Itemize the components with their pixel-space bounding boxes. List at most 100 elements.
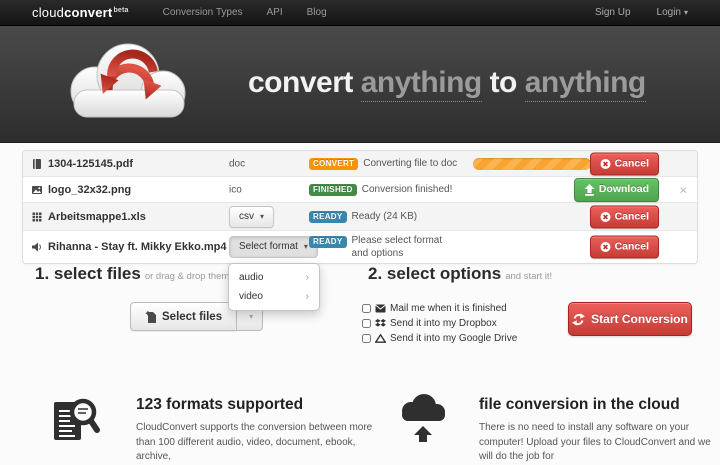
format-dropdown-cell: csv ▾ [229,205,275,228]
progress-cell [473,157,591,170]
format-dropdown-label: Select format [239,241,298,252]
top-navbar: cloudconvertbeta Conversion Types API Bl… [0,0,720,26]
feature-heading: 123 formats supported [136,396,304,413]
status-text: Converting file to doc [363,158,458,169]
download-label: Download [598,183,649,196]
cancel-label: Cancel [614,240,649,253]
option-mail[interactable]: Mail me when it is finished [362,303,517,314]
status-cell: READY Ready (24 KB) [309,210,418,223]
book-icon [33,158,41,169]
file-name-cell: Arbeitsmappe1.xls [31,211,146,223]
format-dropdown-label: csv [239,210,254,222]
add-file-icon [145,311,156,323]
feature-heading: file conversion in the cloud [479,396,680,413]
hero-title: convert anything to anything [248,66,646,102]
feature-text: CloudConvert supports the conversion bet… [136,422,373,462]
target-format: doc [229,158,246,169]
nav-links: Conversion Types API Blog [163,7,327,18]
status-badge: CONVERT [309,157,359,170]
feature-formats: 123 formats supported CloudConvert suppo… [50,388,372,465]
action-cell: Cancel [589,152,659,175]
option-label: Mail me when it is finished [390,303,507,314]
login-menu[interactable]: Login ▾ [657,7,688,18]
picture-icon [32,185,42,194]
select-files-title: 1. select files [35,264,141,283]
table-row: Arbeitsmappe1.xls csv ▾ READY Ready (24 … [23,203,697,231]
action-cell: Cancel [589,235,659,259]
cancel-button[interactable]: Cancel [589,235,659,259]
file-name: Rihanna - Stay ft. Mikky Ekko.mp4 [48,241,227,253]
option-label: Send it into my Google Drive [390,333,518,344]
caret-down-icon: ▾ [260,211,265,221]
select-format-dropdown[interactable]: Select format ▾ [229,236,318,258]
cancel-label: Cancel [614,157,649,170]
dropbox-checkbox[interactable] [362,319,371,328]
status-badge: READY [309,236,347,248]
cancel-button[interactable]: Cancel [589,152,659,175]
format-dropdown-menu: audio › video › [228,263,320,311]
table-row: 1304-125145.pdf doc CONVERT Converting f… [23,151,697,177]
nav-link-api[interactable]: API [267,7,283,18]
status-text: Conversion finished! [361,184,453,195]
action-cell: Cancel [589,205,659,228]
select-options-title: 2. select options [368,264,502,283]
option-dropbox[interactable]: Send it into my Dropbox [362,318,517,329]
table-icon [32,212,42,221]
status-cell: CONVERT Converting file to doc [309,157,458,170]
status-cell: FINISHED Conversion finished! [309,183,453,196]
caret-down-icon: ▾ [249,312,254,321]
progress-bar [473,157,591,170]
file-name: 1304-125145.pdf [48,157,133,170]
status-badge: FINISHED [309,183,357,196]
feature-body: 123 formats supported CloudConvert suppo… [136,396,372,465]
menu-item-label: audio [239,272,264,283]
menu-item-label: video [239,291,263,302]
caret-down-icon: ▾ [683,8,688,17]
cancel-label: Cancel [614,210,649,223]
hero-word-anything-2: anything [524,66,646,102]
remove-circle-icon [600,242,611,252]
target-format: ico [229,184,242,195]
start-conversion-label: Start Conversion [591,312,688,326]
menu-item-video[interactable]: video › [229,287,319,306]
close-icon[interactable]: × [679,182,687,197]
select-options-note: and start it! [505,271,553,282]
brand-logo[interactable]: cloudconvertbeta [32,5,129,20]
format-dropdown-csv[interactable]: csv ▾ [229,205,275,228]
start-conversion-button[interactable]: Start Conversion [568,302,692,336]
option-google-drive[interactable]: Send it into my Google Drive [362,333,517,344]
select-files-label: Select files [162,310,223,323]
dropbox-icon [375,319,386,327]
hero-word-anything-1: anything [360,66,482,102]
nav-link-conversion-types[interactable]: Conversion Types [163,7,243,18]
status-text: Please select format and options [351,235,443,259]
hero-banner: convert anything to anything [0,26,720,143]
file-name: logo_32x32.png [48,183,132,196]
speaker-icon [32,242,41,252]
signup-link[interactable]: Sign Up [595,7,631,18]
action-cell: Download [573,177,659,202]
brand-bold: convert [64,5,113,20]
google-drive-checkbox[interactable] [362,334,371,343]
select-files-button[interactable]: Select files [130,302,238,331]
nav-link-blog[interactable]: Blog [307,7,327,18]
mail-checkbox[interactable] [362,304,371,313]
document-search-icon [50,394,102,449]
nav-right: Sign Up Login ▾ [595,7,688,18]
download-arrow-icon [584,183,595,196]
table-row: logo_32x32.png ico FINISHED Conversion f… [23,177,697,203]
cancel-button[interactable]: Cancel [589,205,659,228]
envelope-icon [375,304,386,313]
file-name-cell: Rihanna - Stay ft. Mikky Ekko.mp4 [31,241,227,253]
feature-text: There is no need to install any software… [479,422,711,462]
status-text: Ready (24 KB) [351,211,418,222]
hero-word-to: to [489,66,518,99]
brand-light: cloud [32,5,65,20]
download-button[interactable]: Download [573,177,659,202]
remove-circle-icon [600,211,611,222]
option-label: Send it into my Dropbox [390,318,497,329]
beta-badge: beta [113,6,129,14]
chevron-right-icon: › [305,291,309,302]
menu-item-audio[interactable]: audio › [229,268,319,287]
login-label: Login [656,7,681,18]
